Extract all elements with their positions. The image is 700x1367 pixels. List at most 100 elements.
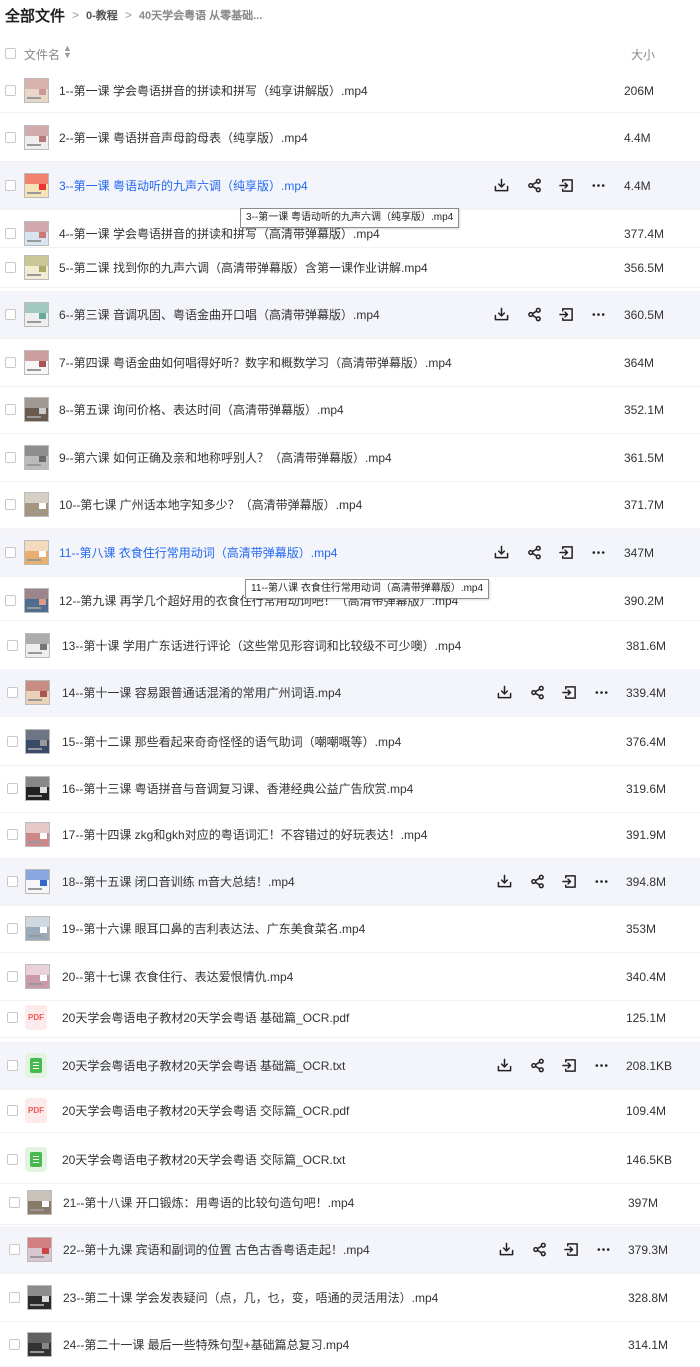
file-row[interactable]: 16--第十三课 粤语拼音与音调复习课、香港经典公益广告欣赏.mp4 319.6M — [0, 765, 700, 813]
more-icon[interactable] — [593, 1058, 609, 1074]
file-name[interactable]: 22--第十九课 宾语和副词的位置 古色古香粤语走起！.mp4 — [63, 1242, 370, 1258]
row-checkbox[interactable] — [5, 308, 16, 320]
share-icon[interactable] — [529, 874, 545, 890]
file-row[interactable]: 6--第三课 音调巩固、粤语金曲开口唱（高清带弹幕版）.mp4 360.5M — [0, 291, 700, 339]
download-icon[interactable] — [496, 1058, 512, 1074]
move-icon[interactable] — [558, 178, 574, 194]
file-name[interactable]: 20天学会粤语电子教材20天学会粤语 基础篇_OCR.txt — [62, 1058, 345, 1074]
file-name[interactable]: 3--第一课 粤语动听的九声六调（纯享版）.mp4 — [59, 178, 308, 194]
row-checkbox[interactable] — [7, 1059, 18, 1071]
row-checkbox[interactable] — [9, 1291, 20, 1303]
download-icon[interactable] — [496, 685, 512, 701]
more-icon[interactable] — [593, 874, 609, 890]
file-row[interactable]: 9--第六课 如何正确及亲和地称呼别人？（高清带弹幕版）.mp4 361.5M — [0, 434, 700, 482]
share-icon[interactable] — [529, 1058, 545, 1074]
move-icon[interactable] — [563, 1242, 579, 1258]
file-name[interactable]: 20--第十七课 衣食住行、表达爱恨情仇.mp4 — [62, 969, 293, 985]
file-row[interactable]: 8--第五课 询问价格、表达时间（高清带弹幕版）.mp4 352.1M — [0, 386, 700, 434]
select-all-checkbox[interactable] — [5, 48, 16, 59]
file-name[interactable]: 10--第七课 广州话本地字知多少？（高清带弹幕版）.mp4 — [59, 497, 362, 513]
move-icon[interactable] — [561, 874, 577, 890]
file-row[interactable]: 1--第一课 学会粤语拼音的拼读和拼写（纯享讲解版）.mp4 206M — [0, 69, 700, 113]
file-row[interactable]: 23--第二十课 学会发表疑问（点，几，乜，变，唔通的灵活用法）.mp4 328.… — [0, 1274, 700, 1322]
file-name[interactable]: 11--第八课 衣食住行常用动词（高清带弹幕版）.mp4 — [59, 545, 337, 561]
row-checkbox[interactable] — [9, 1338, 20, 1350]
file-name[interactable]: 1--第一课 学会粤语拼音的拼读和拼写（纯享讲解版）.mp4 — [59, 83, 368, 99]
file-name[interactable]: 8--第五课 询问价格、表达时间（高清带弹幕版）.mp4 — [59, 402, 344, 418]
download-icon[interactable] — [498, 1242, 514, 1258]
row-checkbox[interactable] — [9, 1243, 20, 1255]
file-name[interactable]: 13--第十课 学用广东话进行评论（这些常见形容词和比较级不可少噢）.mp4 — [62, 638, 461, 654]
more-icon[interactable] — [595, 1242, 611, 1258]
row-checkbox[interactable] — [7, 1153, 18, 1165]
download-icon[interactable] — [493, 545, 509, 561]
row-checkbox[interactable] — [7, 782, 18, 794]
download-icon[interactable] — [496, 874, 512, 890]
file-row[interactable]: 19--第十六课 眼耳口鼻的吉利表达法、广东美食菜名.mp4 353M — [0, 905, 700, 953]
file-name[interactable]: 6--第三课 音调巩固、粤语金曲开口唱（高清带弹幕版）.mp4 — [59, 307, 380, 323]
file-row[interactable]: PDF 20天学会粤语电子教材20天学会粤语 交际篇_OCR.pdf 109.4M — [0, 1089, 700, 1133]
file-name[interactable]: 15--第十二课 那些看起来奇奇怪怪的语气助词（嘲嘲嘅等）.mp4 — [62, 734, 401, 750]
row-checkbox[interactable] — [5, 546, 16, 558]
name-column-header[interactable]: 文件名 — [24, 46, 60, 63]
share-icon[interactable] — [526, 178, 542, 194]
file-row[interactable]: 13--第十课 学用广东话进行评论（这些常见形容词和比较级不可少噢）.mp4 38… — [0, 622, 700, 670]
file-row[interactable]: 18--第十五课 闭口音训练 m音大总结！.mp4 394.8M — [0, 858, 700, 906]
file-name[interactable]: 17--第十四课 zkg和gkh对应的粤语词汇！不容错过的好玩表达！.mp4 — [62, 827, 427, 843]
file-row[interactable]: PDF 20天学会粤语电子教材20天学会粤语 基础篇_OCR.pdf 125.1M — [0, 998, 700, 1038]
file-row[interactable]: 20--第十七课 衣食住行、表达爱恨情仇.mp4 340.4M — [0, 953, 700, 1001]
file-name[interactable]: 19--第十六课 眼耳口鼻的吉利表达法、广东美食菜名.mp4 — [62, 921, 365, 937]
row-checkbox[interactable] — [9, 1196, 20, 1208]
file-row[interactable]: 5--第二课 找到你的九声六调（高清带弹幕版）含第一课作业讲解.mp4 356.5… — [0, 248, 700, 288]
file-name[interactable]: 20天学会粤语电子教材20天学会粤语 交际篇_OCR.pdf — [62, 1103, 349, 1119]
row-checkbox[interactable] — [5, 594, 16, 606]
file-name[interactable]: 5--第二课 找到你的九声六调（高清带弹幕版）含第一课作业讲解.mp4 — [59, 260, 428, 276]
row-checkbox[interactable] — [7, 1011, 18, 1023]
share-icon[interactable] — [526, 307, 542, 323]
more-icon[interactable] — [590, 545, 606, 561]
file-name[interactable]: 14--第十一课 容易跟普通话混淆的常用广州词语.mp4 — [62, 685, 341, 701]
row-checkbox[interactable] — [7, 922, 18, 934]
row-checkbox[interactable] — [7, 828, 18, 840]
file-row[interactable]: 22--第十九课 宾语和副词的位置 古色古香粤语走起！.mp4 379.3M — [0, 1226, 700, 1274]
share-icon[interactable] — [526, 545, 542, 561]
file-row[interactable]: 11--第八课 衣食住行常用动词（高清带弹幕版）.mp4 347M — [0, 529, 700, 577]
row-checkbox[interactable] — [7, 1104, 18, 1116]
file-row[interactable]: 17--第十四课 zkg和gkh对应的粤语词汇！不容错过的好玩表达！.mp4 39… — [0, 811, 700, 859]
download-icon[interactable] — [493, 178, 509, 194]
row-checkbox[interactable] — [5, 498, 16, 510]
file-name[interactable]: 24--第二十一课 最后一些特殊句型+基础篇总复习.mp4 — [63, 1337, 349, 1353]
row-checkbox[interactable] — [5, 227, 16, 239]
breadcrumb-item[interactable]: 0-教程 — [86, 7, 118, 23]
file-row[interactable]: 3--第一课 粤语动听的九声六调（纯享版）.mp4 4.4M — [0, 162, 700, 210]
file-row[interactable]: 24--第二十一课 最后一些特殊句型+基础篇总复习.mp4 314.1M — [0, 1323, 700, 1367]
row-checkbox[interactable] — [5, 179, 16, 191]
row-checkbox[interactable] — [5, 84, 16, 96]
file-row[interactable]: 10--第七课 广州话本地字知多少？（高清带弹幕版）.mp4 371.7M — [0, 481, 700, 529]
move-icon[interactable] — [558, 307, 574, 323]
breadcrumb-root[interactable]: 全部文件 — [5, 5, 65, 26]
file-name[interactable]: 2--第一课 粤语拼音声母韵母表（纯享版）.mp4 — [59, 130, 308, 146]
file-name[interactable]: 20天学会粤语电子教材20天学会粤语 交际篇_OCR.txt — [62, 1152, 345, 1168]
file-name[interactable]: 20天学会粤语电子教材20天学会粤语 基础篇_OCR.pdf — [62, 1010, 349, 1026]
file-name[interactable]: 9--第六课 如何正确及亲和地称呼别人？（高清带弹幕版）.mp4 — [59, 450, 392, 466]
row-checkbox[interactable] — [7, 735, 18, 747]
row-checkbox[interactable] — [5, 403, 16, 415]
file-name[interactable]: 23--第二十课 学会发表疑问（点，几，乜，变，唔通的灵活用法）.mp4 — [63, 1290, 438, 1306]
file-row[interactable]: 15--第十二课 那些看起来奇奇怪怪的语气助词（嘲嘲嘅等）.mp4 376.4M — [0, 718, 700, 766]
more-icon[interactable] — [590, 307, 606, 323]
share-icon[interactable] — [529, 685, 545, 701]
file-row[interactable]: 14--第十一课 容易跟普通话混淆的常用广州词语.mp4 339.4M — [0, 669, 700, 717]
row-checkbox[interactable] — [7, 875, 18, 887]
row-checkbox[interactable] — [5, 451, 16, 463]
row-checkbox[interactable] — [5, 131, 16, 143]
file-row[interactable]: 21--第十八课 开口锻炼：用粤语的比较句造句吧！.mp4 397M — [0, 1181, 700, 1225]
row-checkbox[interactable] — [5, 261, 16, 273]
download-icon[interactable] — [493, 307, 509, 323]
file-row[interactable]: 2--第一课 粤语拼音声母韵母表（纯享版）.mp4 4.4M — [0, 114, 700, 162]
row-checkbox[interactable] — [7, 686, 18, 698]
file-row[interactable]: 7--第四课 粤语金曲如何唱得好听？数字和概数学习（高清带弹幕版）.mp4 364… — [0, 339, 700, 387]
row-checkbox[interactable] — [7, 970, 18, 982]
row-checkbox[interactable] — [5, 356, 16, 368]
more-icon[interactable] — [593, 685, 609, 701]
